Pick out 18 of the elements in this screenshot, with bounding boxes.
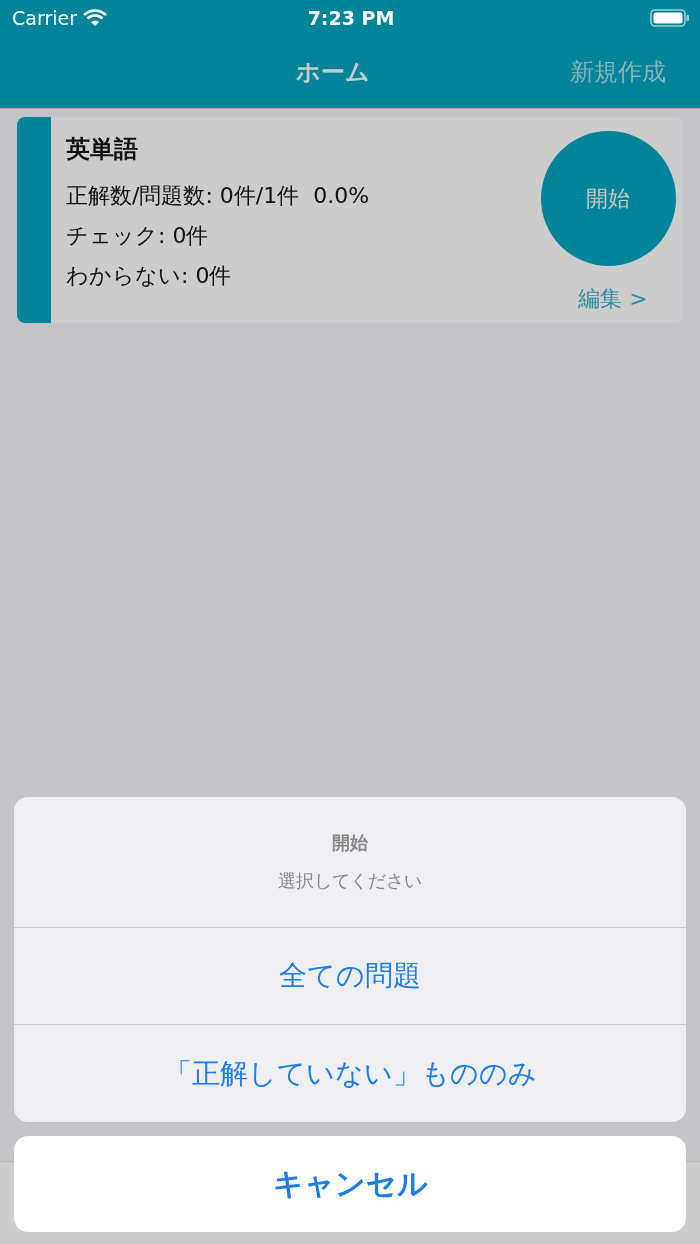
action-button[interactable]: 「正解していない」もののみ (14, 1025, 686, 1122)
stat-text: 正解数/問題数: 0件/1件 0.0% (66, 182, 371, 210)
sheet-message: 選択してください (278, 869, 422, 893)
battery-icon (650, 8, 690, 28)
quiz-card[interactable]: 英単語 正解数/問題数: 0件/1件 0.0% チェック: 0件 わからない: 0件 開始 編集 > (17, 117, 683, 323)
stat-text: チェック: 0件 (66, 222, 210, 250)
carrier-label: Carrier (12, 7, 77, 29)
new-button[interactable]: 新規作成 (570, 56, 666, 88)
card-title: 英単語 (66, 134, 139, 165)
status-time: 7:23 PM (307, 7, 395, 29)
cancel-button[interactable]: キャンセル (14, 1136, 686, 1232)
stat-text: わからない: 0件 (66, 262, 233, 290)
wifi-icon (83, 9, 107, 27)
edit-link[interactable]: 編集 > (568, 284, 648, 314)
nav-title: ホーム (296, 57, 370, 88)
action-button[interactable]: 全ての問題 (14, 928, 686, 1025)
start-button[interactable]: 開始 (540, 131, 676, 266)
sheet-title: 開始 (332, 831, 368, 855)
